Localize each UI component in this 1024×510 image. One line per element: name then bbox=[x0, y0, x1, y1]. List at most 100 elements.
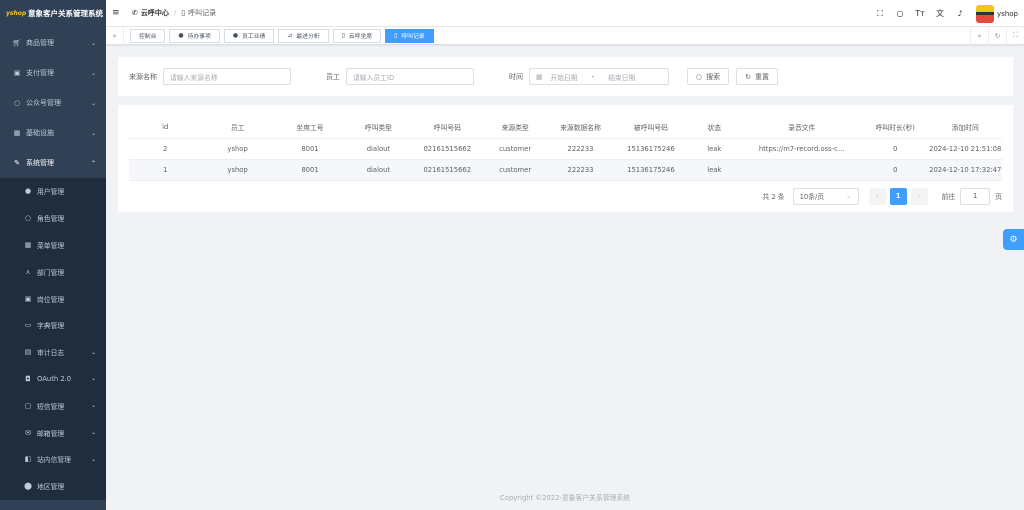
recording-link[interactable]: https://m7-record.oss-c… bbox=[741, 138, 863, 160]
tag-label: 呼叫记录 bbox=[401, 34, 425, 40]
phone-icon: ✆ bbox=[132, 9, 138, 17]
sidebar-item-mail[interactable]: ✉ 邮箱管理 ⌄ bbox=[0, 419, 106, 446]
sidebar-item-region[interactable]: ⬤ 地区管理 bbox=[0, 473, 106, 500]
breadcrumb-item-callcenter[interactable]: 云呼中心 bbox=[141, 8, 169, 18]
tag-todo[interactable]: ● 待办事项 bbox=[169, 28, 220, 43]
call-records-table: id 员工 坐席工号 呼叫类型 呼叫号码 来源类型 来源数据名称 被呼叫号码 状… bbox=[129, 116, 1002, 181]
chevron-up-icon: ⌃ bbox=[90, 159, 96, 167]
sidebar-item-official-account[interactable]: ○ 公众号管理 ⌄ bbox=[0, 88, 106, 118]
sidebar-item-departments[interactable]: ⋏ 部门管理 bbox=[0, 258, 106, 285]
hamburger-icon[interactable]: ≡ bbox=[112, 8, 122, 18]
gear-icon: ⚙ bbox=[1009, 234, 1018, 245]
table-cell: 02161515662 bbox=[410, 159, 484, 181]
avatar[interactable] bbox=[976, 4, 995, 23]
sidebar-item-system[interactable]: ✎ 系统管理 ⌃ bbox=[0, 148, 106, 178]
recording-link[interactable] bbox=[741, 159, 863, 181]
language-icon[interactable]: 文 bbox=[930, 8, 950, 19]
table-cell: 222233 bbox=[546, 159, 615, 181]
employee-input[interactable]: 请输入员工ID bbox=[346, 68, 474, 85]
tag-analysis[interactable]: ⊿ 最进分析 bbox=[278, 28, 329, 43]
doc-icon: ▯ bbox=[394, 32, 398, 39]
sidebar-item-payment[interactable]: ▣ 支付管理 ⌄ bbox=[0, 58, 106, 88]
page-number-button[interactable]: 1 bbox=[889, 187, 907, 205]
sidebar: yshop 意象客户关系管理系统 🛒︎ 商品管理 ⌄ ▣ 支付管理 ⌄ ○ 公众… bbox=[0, 0, 106, 510]
logo[interactable]: yshop 意象客户关系管理系统 bbox=[0, 0, 106, 28]
column-header: 员工 bbox=[201, 116, 274, 139]
user-outline-icon: ○ bbox=[24, 214, 32, 223]
chevron-down-icon: ⌄ bbox=[845, 192, 852, 200]
prev-page-button[interactable]: ‹ bbox=[868, 187, 886, 205]
tag-dashboard[interactable]: 控制台 bbox=[130, 28, 166, 43]
username[interactable]: yshop bbox=[997, 10, 1018, 18]
sidebar-item-menus[interactable]: ▦ 菜单管理 bbox=[0, 232, 106, 259]
sidebar-item-label: 支付管理 bbox=[26, 69, 54, 77]
sidebar-item-posts[interactable]: ▣ 岗位管理 bbox=[0, 285, 106, 312]
sidebar-item-audit-log[interactable]: ▤ 审计日志 ⌄ bbox=[0, 339, 106, 366]
scroll-right-icon[interactable]: » bbox=[970, 26, 988, 45]
column-header: 呼叫号码 bbox=[410, 116, 484, 139]
refresh-icon: ↻ bbox=[745, 72, 751, 81]
tag-call-records[interactable]: ▯ 呼叫记录 bbox=[385, 28, 434, 43]
navbar-tools: ⛶ ○ Tт 文 ♪ yshop bbox=[870, 0, 1018, 27]
table-cell: leak bbox=[687, 138, 742, 160]
column-header: 被呼叫号码 bbox=[614, 116, 688, 139]
source-input[interactable]: 请输入来源名称 bbox=[163, 68, 291, 85]
employee-label: 员工 bbox=[326, 72, 340, 81]
sidebar-item-oauth[interactable]: ◘ OAuth 2.0 ⌄ bbox=[0, 366, 106, 393]
tag-label: 待办事项 bbox=[187, 34, 211, 40]
sidebar-item-sms[interactable]: ▢ 短信管理 ⌄ bbox=[0, 392, 106, 419]
source-label: 来源名称 bbox=[129, 72, 157, 81]
chat-icon: ○ bbox=[13, 99, 21, 107]
fullscreen-icon[interactable]: ⛶ bbox=[1006, 26, 1024, 45]
settings-button[interactable]: ⚙ bbox=[1003, 229, 1024, 250]
table-cell: 15136175246 bbox=[614, 159, 688, 181]
table-cell: dialout bbox=[346, 138, 411, 160]
tag-performance[interactable]: ● 员工业绩 bbox=[223, 28, 275, 43]
table-cell: 8001 bbox=[273, 138, 347, 160]
tag-label: 云呼坐席 bbox=[348, 34, 373, 40]
book-icon: ▭ bbox=[24, 321, 32, 330]
page-size-select[interactable]: 10条/页 ⌄ bbox=[792, 187, 859, 205]
sidebar-item-label: 部门管理 bbox=[37, 268, 65, 277]
search-button[interactable]: ○ 搜索 bbox=[687, 68, 730, 85]
next-page-button[interactable]: › bbox=[910, 187, 928, 205]
user-icon: ● bbox=[24, 187, 32, 196]
table-cell: 0 bbox=[862, 159, 929, 181]
table-card: id 员工 坐席工号 呼叫类型 呼叫号码 来源类型 来源数据名称 被呼叫号码 状… bbox=[118, 105, 1013, 212]
table-row[interactable]: 1 yshop 8001 dialout 02161515662 custome… bbox=[129, 159, 1002, 181]
grid-icon: ▦ bbox=[24, 240, 32, 249]
chevron-down-icon: ⌄ bbox=[90, 402, 96, 410]
column-header: 录音文件 bbox=[741, 116, 863, 139]
tag-seats[interactable]: ▯ 云呼坐席 bbox=[332, 28, 382, 43]
bell-icon[interactable]: ♪ bbox=[950, 9, 970, 18]
chevron-down-icon: ⌄ bbox=[90, 99, 96, 107]
sidebar-item-dictionary[interactable]: ▭ 字典管理 bbox=[0, 312, 106, 339]
scroll-left-icon[interactable]: « bbox=[106, 26, 124, 45]
table-row[interactable]: 2 yshop 8001 dialout 02161515662 custome… bbox=[129, 138, 1002, 160]
search-form: 来源名称 请输入来源名称 员工 请输入员工ID 时间 ▦ 开始日期 - 结束日期… bbox=[118, 57, 1013, 96]
refresh-icon[interactable]: ↻ bbox=[988, 26, 1006, 45]
time-label: 时间 bbox=[509, 72, 523, 81]
reset-button[interactable]: ↻ 重置 bbox=[736, 68, 778, 85]
table-cell: 02161515662 bbox=[410, 138, 484, 160]
sidebar-item-infra[interactable]: ▦ 基础设施 ⌄ bbox=[0, 118, 106, 148]
search-icon[interactable]: ○ bbox=[890, 9, 910, 18]
sidebar-item-label: 审计日志 bbox=[37, 349, 65, 358]
sidebar-item-inbox[interactable]: ◧ 站内信管理 ⌄ bbox=[0, 446, 106, 473]
pagination-total: 共 2 条 bbox=[762, 193, 785, 201]
font-size-icon[interactable]: Tт bbox=[910, 9, 930, 18]
date-range-picker[interactable]: ▦ 开始日期 - 结束日期 bbox=[529, 68, 669, 85]
column-header: 来源数据名称 bbox=[546, 116, 615, 139]
sidebar-item-label: 用户管理 bbox=[37, 188, 65, 197]
sidebar-item-label: 公众号管理 bbox=[26, 99, 61, 107]
goto-page-input[interactable]: 1 bbox=[960, 187, 991, 205]
source-placeholder: 请输入来源名称 bbox=[170, 73, 218, 82]
calendar-icon: ▦ bbox=[536, 72, 543, 81]
sidebar-item-goods[interactable]: 🛒︎ 商品管理 ⌄ bbox=[0, 28, 106, 58]
sidebar-item-roles[interactable]: ○ 角色管理 bbox=[0, 205, 106, 232]
location-icon: ⬤ bbox=[24, 482, 32, 491]
fullscreen-icon[interactable]: ⛶ bbox=[870, 9, 890, 19]
sidebar-item-users[interactable]: ● 用户管理 bbox=[0, 178, 106, 205]
column-header: 坐席工号 bbox=[273, 116, 347, 139]
end-date-placeholder: 结束日期 bbox=[608, 73, 636, 82]
